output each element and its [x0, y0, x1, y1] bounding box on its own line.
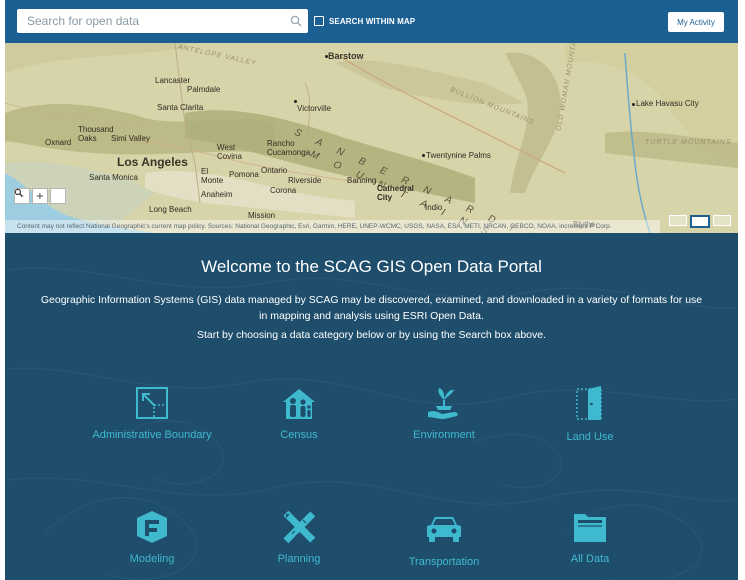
map-label-oxnard: Oxnard — [45, 138, 72, 147]
plant-hand-icon — [428, 388, 458, 419]
map-attribution: Content may not reflect National Geograp… — [5, 220, 660, 233]
map-label-thousand-oaks: Thousand Oaks — [78, 125, 114, 143]
category-planning[interactable]: Planning — [219, 510, 379, 565]
map-label-corona: Corona — [270, 186, 297, 195]
map-city-dot — [294, 100, 297, 103]
map-city-dot — [422, 154, 425, 157]
category-label: Modeling — [129, 553, 175, 565]
zoom-search-button[interactable] — [14, 188, 66, 204]
car-icon — [427, 517, 461, 542]
basemap-option[interactable] — [713, 215, 731, 226]
welcome-start-text: Start by choosing a data category below … — [196, 329, 547, 341]
map-label-lancaster: Lancaster — [155, 76, 191, 85]
category-administrative-boundary[interactable]: Administrative Boundary — [72, 386, 232, 441]
family-icon — [283, 389, 315, 419]
zoom-controls: - + — [14, 188, 66, 204]
welcome-description-line1: Geographic Information Systems (GIS) dat… — [40, 294, 703, 306]
map-label-palmdale: Palmdale — [187, 85, 221, 94]
category-census[interactable]: Census — [219, 386, 379, 441]
map-label-barstow: Barstow — [328, 51, 364, 61]
category-land-use[interactable]: Land Use — [510, 386, 670, 443]
map-label-west-covina: West Covina — [217, 143, 242, 161]
map-label-santa-monica: Santa Monica — [89, 173, 138, 182]
map-label-riverside: Riverside — [288, 176, 322, 185]
category-label: Land Use — [566, 431, 614, 443]
magnifier-icon — [14, 188, 23, 197]
portal-page: SEARCH WITHIN MAP My Activity Barstow — [5, 0, 738, 580]
map-label-el-monte: El Monte — [201, 167, 224, 185]
folder-icon — [574, 514, 606, 542]
search-bar: SEARCH WITHIN MAP My Activity — [5, 0, 738, 43]
welcome-section: Welcome to the SCAG GIS Open Data Portal… — [5, 233, 738, 580]
map-city-dot — [632, 103, 635, 106]
zoom-in-button[interactable]: + — [32, 188, 48, 204]
map-label-lake-havasu-city: Lake Havasu City — [636, 99, 699, 108]
category-all-data[interactable]: All Data — [510, 510, 670, 565]
map-label-banning: Banning — [347, 176, 377, 185]
my-activity-button[interactable]: My Activity — [668, 12, 724, 32]
map-label-simi-valley: Simi Valley — [111, 134, 150, 143]
category-label: Census — [280, 429, 318, 441]
category-modeling[interactable]: Modeling — [72, 510, 232, 565]
search-icon[interactable] — [289, 14, 303, 28]
map-label-twentynine-palms: Twentynine Palms — [426, 151, 491, 160]
search-box[interactable] — [17, 9, 308, 33]
map-label-mission-viejo: Mission — [248, 211, 276, 220]
search-within-map-checkbox[interactable] — [314, 16, 324, 26]
search-input[interactable] — [17, 9, 287, 33]
map-label-turtle-mountains: TURTLE MOUNTAINS — [645, 139, 732, 146]
map-label-los-angeles: Los Angeles — [117, 155, 188, 169]
map-label-santa-clarita: Santa Clarita — [157, 103, 204, 112]
category-environment[interactable]: Environment — [364, 386, 524, 441]
map-label-victorville: Victorville — [297, 104, 332, 113]
welcome-description: Geographic Information Systems (GIS) dat… — [5, 292, 738, 324]
basemap-option-active[interactable] — [690, 215, 710, 228]
map-label-ontario: Ontario — [261, 166, 288, 175]
map-label-indio: Indio — [425, 203, 443, 212]
sketch-icon — [137, 511, 167, 543]
basemap-toggle — [669, 215, 731, 228]
category-label: Administrative Boundary — [92, 429, 212, 441]
category-label: All Data — [570, 553, 610, 565]
category-transportation[interactable]: Transportation — [364, 515, 524, 568]
map-city-dot — [325, 55, 328, 58]
boundary-icon — [136, 387, 168, 419]
search-within-map-label: SEARCH WITHIN MAP — [329, 16, 416, 26]
map-view[interactable]: Barstow ANTELOPE VALLEY Lancaster Palmda… — [5, 43, 738, 233]
category-label: Environment — [413, 429, 475, 441]
map-label-cathedral-city: Cathedral City — [377, 184, 414, 202]
search-within-map-toggle[interactable]: SEARCH WITHIN MAP — [314, 14, 415, 28]
door-icon — [576, 386, 602, 420]
category-label: Transportation — [408, 556, 480, 568]
map-label-long-beach: Long Beach — [149, 205, 192, 214]
category-label: Planning — [277, 553, 321, 565]
welcome-description-line2: in mapping and analysis using ESRI Open … — [259, 310, 484, 322]
ruler-pencil-icon — [283, 510, 316, 544]
basemap-option[interactable] — [669, 215, 687, 226]
welcome-title: Welcome to the SCAG GIS Open Data Portal — [201, 257, 542, 276]
map-label-pomona: Pomona — [229, 170, 259, 179]
map-label-anaheim: Anaheim — [201, 190, 233, 199]
